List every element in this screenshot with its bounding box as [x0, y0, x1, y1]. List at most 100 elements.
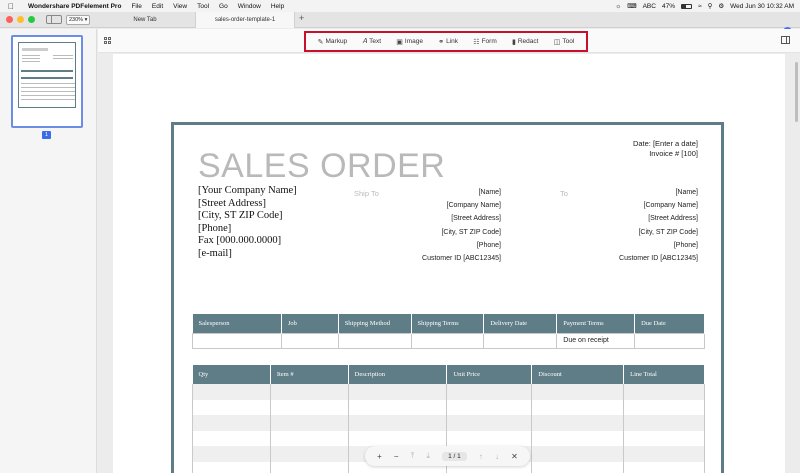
table-cell[interactable]	[531, 430, 625, 446]
company-phone[interactable]: [Phone]	[198, 223, 297, 236]
document-canvas[interactable]: SALES ORDER Date: [Enter a date] Invoice…	[98, 54, 800, 473]
link-button[interactable]: ⚭ Link	[438, 38, 458, 46]
ship-to-phone[interactable]: [Phone]	[374, 239, 501, 252]
table-cell[interactable]	[531, 384, 625, 400]
form-button[interactable]: ☷ Form	[473, 38, 496, 46]
table-cell[interactable]	[634, 332, 705, 349]
table-cell[interactable]	[269, 415, 349, 431]
zoom-in-button[interactable]: +	[377, 452, 382, 461]
table-cell[interactable]	[192, 415, 271, 431]
battery-icon[interactable]	[680, 3, 692, 9]
table-cell[interactable]	[269, 430, 349, 446]
payment-terms-cell[interactable]: Due on receipt	[556, 332, 636, 349]
menu-help[interactable]: Help	[271, 3, 284, 10]
sidebar-toggle-icon[interactable]	[46, 15, 62, 24]
company-street[interactable]: [Street Address]	[198, 198, 297, 211]
menu-file[interactable]: File	[131, 3, 141, 10]
table-cell[interactable]	[192, 384, 271, 400]
table-cell[interactable]	[623, 461, 705, 473]
apple-icon[interactable]: 	[8, 2, 18, 11]
search-icon[interactable]: ⚲	[708, 2, 713, 10]
minimize-window-button[interactable]	[17, 16, 24, 23]
table-cell[interactable]	[347, 415, 448, 431]
wifi-icon[interactable]: ≈	[698, 3, 702, 10]
invoice-field[interactable]: Invoice # [100]	[633, 149, 698, 159]
ship-to-customer-id[interactable]: Customer ID [ABC12345]	[374, 252, 501, 265]
close-icon[interactable]: ✕	[511, 452, 518, 461]
tab-sales-order[interactable]: sales-order-template-1	[195, 12, 295, 28]
maximize-window-button[interactable]	[28, 16, 35, 23]
zoom-out-button[interactable]: −	[394, 452, 399, 461]
next-page-icon[interactable]: ↓	[495, 452, 499, 461]
table-cell[interactable]	[623, 430, 705, 446]
table-cell[interactable]	[531, 399, 625, 415]
new-tab-plus-icon[interactable]: +	[299, 13, 304, 23]
table-cell[interactable]	[446, 399, 533, 415]
table-cell[interactable]	[531, 415, 625, 431]
ship-to-city[interactable]: [City, ST ZIP Code]	[374, 226, 501, 239]
zoom-select[interactable]: 230% ▾	[66, 15, 90, 25]
grid-view-icon[interactable]	[104, 37, 111, 44]
table-cell[interactable]	[192, 461, 271, 473]
table-cell[interactable]	[347, 384, 448, 400]
brightness-icon[interactable]: ☼	[615, 3, 621, 10]
right-panel-icon[interactable]	[781, 36, 790, 44]
table-cell[interactable]	[269, 461, 349, 473]
menu-window[interactable]: Window	[238, 3, 261, 10]
keyboard-icon[interactable]: ⌨	[627, 2, 636, 10]
table-cell[interactable]	[269, 399, 349, 415]
table-cell[interactable]	[623, 399, 705, 415]
table-cell[interactable]	[446, 415, 533, 431]
table-cell[interactable]	[192, 446, 271, 462]
vertical-scrollbar[interactable]	[795, 62, 798, 122]
pdf-page[interactable]: SALES ORDER Date: [Enter a date] Invoice…	[113, 54, 785, 473]
company-email[interactable]: [e-mail]	[198, 248, 297, 261]
table-cell[interactable]	[410, 332, 485, 349]
company-fax[interactable]: Fax [000.000.0000]	[198, 235, 297, 248]
image-button[interactable]: ▣ Image	[396, 38, 423, 46]
to-company[interactable]: [Company Name]	[574, 199, 698, 212]
clock[interactable]: Wed Jun 30 10:32 AM	[730, 3, 794, 10]
table-cell[interactable]	[337, 332, 412, 349]
control-center-icon[interactable]: ⚙	[718, 2, 724, 10]
menu-tool[interactable]: Tool	[197, 3, 209, 10]
tool-button[interactable]: ◫ Tool	[554, 38, 575, 46]
menu-go[interactable]: Go	[219, 3, 228, 10]
tab-new-tab[interactable]: New Tab	[95, 12, 195, 28]
to-street[interactable]: [Street Address]	[574, 212, 698, 225]
menu-edit[interactable]: Edit	[152, 3, 163, 10]
to-phone[interactable]: [Phone]	[574, 239, 698, 252]
ship-to-company[interactable]: [Company Name]	[374, 199, 501, 212]
previous-page-icon[interactable]: ↑	[479, 452, 483, 461]
table-cell[interactable]	[269, 384, 349, 400]
ship-to-street[interactable]: [Street Address]	[374, 212, 501, 225]
markup-button[interactable]: ✎ Markup	[318, 38, 348, 46]
table-cell[interactable]	[192, 430, 271, 446]
table-cell[interactable]	[623, 446, 705, 462]
table-cell[interactable]	[269, 446, 349, 462]
page-indicator[interactable]: 1 / 1	[442, 451, 467, 461]
table-cell[interactable]	[347, 430, 448, 446]
menu-app-name[interactable]: Wondershare PDFelement Pro	[28, 3, 121, 10]
table-cell[interactable]	[623, 384, 705, 400]
company-name[interactable]: [Your Company Name]	[198, 185, 297, 198]
page-thumbnail[interactable]	[11, 35, 83, 128]
menu-view[interactable]: View	[173, 3, 187, 10]
table-cell[interactable]	[192, 399, 271, 415]
table-cell[interactable]	[446, 430, 533, 446]
table-cell[interactable]	[483, 332, 558, 349]
table-cell[interactable]	[280, 332, 339, 349]
last-page-icon[interactable]: ⤓	[426, 451, 430, 461]
first-page-icon[interactable]: ⤒	[411, 451, 415, 461]
table-cell[interactable]	[347, 399, 448, 415]
input-source[interactable]: ABC	[643, 3, 656, 10]
table-cell[interactable]	[531, 446, 625, 462]
to-city[interactable]: [City, ST ZIP Code]	[574, 226, 698, 239]
redact-button[interactable]: ▮ Redact	[512, 38, 538, 46]
table-cell[interactable]	[531, 461, 625, 473]
company-city[interactable]: [City, ST ZIP Code]	[198, 210, 297, 223]
table-cell[interactable]	[446, 384, 533, 400]
date-field[interactable]: Date: [Enter a date]	[633, 139, 698, 149]
ship-to-name[interactable]: [Name]	[374, 186, 501, 199]
document-title[interactable]: SALES ORDER	[198, 147, 445, 186]
